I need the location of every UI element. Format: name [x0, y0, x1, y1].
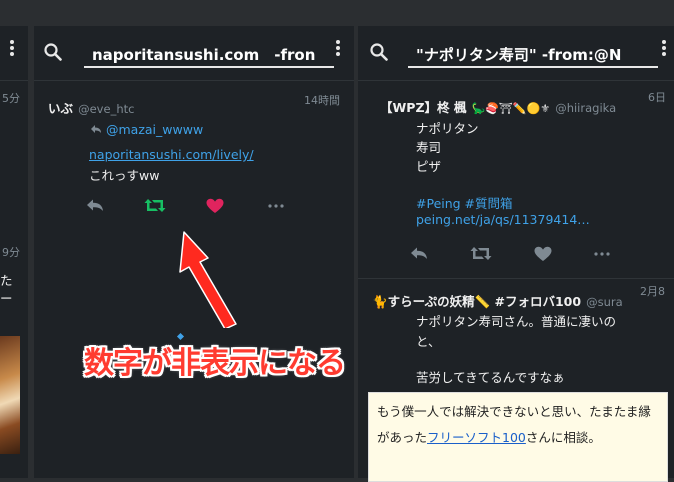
- tweet-time[interactable]: 14時間: [304, 92, 340, 108]
- tweet-header: 【WPZ】柊 楓 🦕🍣⛩✏️🟡⚜ @hiiragika: [380, 97, 616, 116]
- retweet-icon[interactable]: [144, 198, 166, 213]
- tweet-hashtags[interactable]: #Peing #質問箱: [416, 193, 513, 212]
- tweet-author-handle[interactable]: @eve_htc: [78, 102, 134, 116]
- column-left-header: [0, 26, 28, 81]
- tweet-link[interactable]: naporitansushi.com/lively/: [89, 147, 254, 162]
- reply-icon[interactable]: [86, 198, 104, 212]
- more-options-icon[interactable]: [10, 40, 14, 58]
- search-icon[interactable]: [370, 43, 388, 61]
- more-actions-icon[interactable]: [268, 204, 284, 208]
- author-name-emoji: 🦕🍣⛩✏️🟡⚜: [471, 102, 551, 115]
- tweet-author-name[interactable]: いぶ: [48, 101, 73, 116]
- search-icon[interactable]: [44, 43, 62, 61]
- media-thumbnail[interactable]: [0, 336, 20, 454]
- card-text-line: もう僕一人では解決できないと思い、たまたま縁: [377, 404, 651, 419]
- tweet-text-line: 寿司: [416, 140, 442, 155]
- like-icon[interactable]: [534, 246, 552, 262]
- search-input[interactable]: [408, 42, 658, 68]
- tweet-author-name[interactable]: 【WPZ】柊 楓: [380, 100, 466, 115]
- tweet-link[interactable]: peing.net/ja/qs/11379414…: [416, 212, 590, 227]
- like-icon[interactable]: [206, 198, 224, 214]
- tweet-text-line: ナポリタン: [416, 121, 479, 136]
- tweet-time: 5分: [2, 92, 20, 105]
- tweet-time[interactable]: 2月8: [640, 283, 665, 299]
- tweet-author-handle[interactable]: @hiiragika: [555, 101, 616, 115]
- tweet-text: た: [0, 273, 13, 288]
- tweet-time[interactable]: 6日: [648, 89, 666, 105]
- reply-indicator-icon: [91, 125, 101, 133]
- more-options-icon[interactable]: [662, 40, 666, 58]
- column-left: 5分 9分 た ー: [0, 26, 28, 478]
- search-input[interactable]: [84, 42, 334, 68]
- card-link[interactable]: フリーソフト100: [427, 430, 526, 445]
- top-bar: [0, 0, 674, 26]
- tweet-media-card[interactable]: もう僕一人では解決できないと思い、たまたま縁 があったフリーソフト100さんに相…: [368, 392, 668, 482]
- card-text: さんに相談。: [525, 430, 601, 445]
- reply-icon[interactable]: [410, 246, 428, 260]
- more-options-icon[interactable]: [336, 40, 340, 58]
- column-header: [34, 26, 354, 81]
- tweet-divider: [358, 278, 674, 279]
- card-text: があった: [377, 430, 428, 445]
- tweet-text-line: と、: [416, 334, 441, 349]
- tweet-text: これっすww: [89, 168, 160, 183]
- column-header: [358, 26, 674, 81]
- tweet-text: ー: [0, 291, 13, 306]
- annotation-text: 数字が非表示になる: [84, 346, 346, 381]
- more-actions-icon[interactable]: [594, 252, 610, 256]
- retweet-icon[interactable]: [470, 246, 492, 261]
- tweet-author-handle[interactable]: @sura: [586, 295, 623, 309]
- tweet-time: 9分: [2, 246, 20, 259]
- tweet-author-name[interactable]: 🐈すらーぷの妖精📏 #フォロバ100: [372, 294, 581, 309]
- tweet-header: いぶ @eve_htc: [48, 98, 134, 117]
- reply-to-handle[interactable]: @mazai_wwww: [106, 122, 203, 137]
- tweet-text-line: 苦労してきてるんですなぁ: [416, 370, 565, 385]
- card-text-line: があったフリーソフト100さんに相談。: [377, 425, 659, 451]
- annotation-arrow: [179, 231, 237, 328]
- tweet-text-line: ナポリタン寿司さん。普通に凄いの: [416, 314, 617, 329]
- tweet-text-line: ピザ: [416, 159, 442, 174]
- tweet-header: 🐈すらーぷの妖精📏 #フォロバ100 @sura: [372, 291, 623, 310]
